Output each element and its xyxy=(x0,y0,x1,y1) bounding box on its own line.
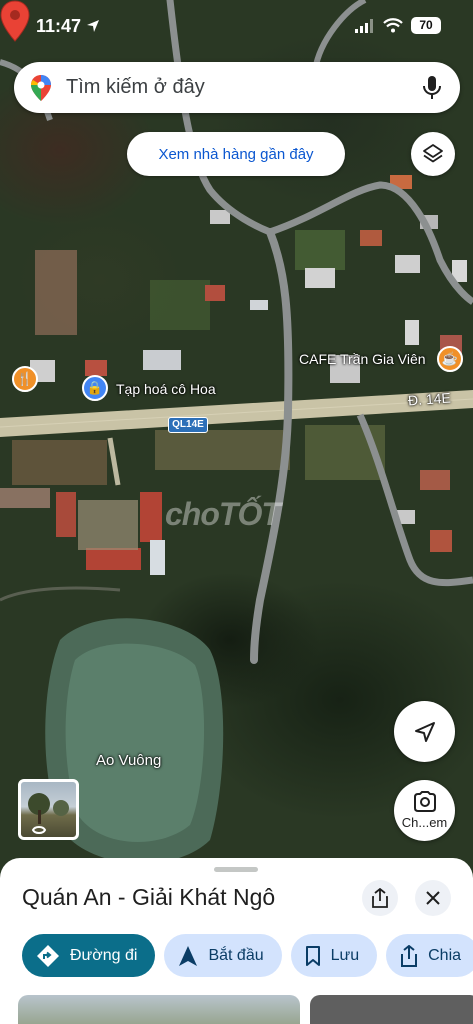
action-row: Đường đi Bắt đầu Lưu Chia xyxy=(22,934,473,977)
battery-indicator: 70 xyxy=(411,17,441,34)
street-view-image xyxy=(28,793,69,834)
time-text: 11:47 xyxy=(36,16,82,36)
maps-logo-icon xyxy=(31,74,51,101)
cafe-label[interactable]: CAFE Trần Gia Viên xyxy=(299,351,426,367)
share-icon xyxy=(372,888,388,908)
navigation-arrow-icon xyxy=(179,945,198,966)
camera-lens-icon xyxy=(413,791,436,812)
share-action-label: Chia xyxy=(428,946,462,964)
search-bar[interactable] xyxy=(14,62,460,113)
directions-icon xyxy=(37,944,59,967)
share-icon xyxy=(401,944,418,967)
street-view-thumbnail[interactable] xyxy=(18,779,79,840)
signal-icon xyxy=(355,18,373,33)
close-icon xyxy=(426,891,440,905)
drag-handle[interactable] xyxy=(214,867,258,872)
pond-label: Ao Vuông xyxy=(96,752,162,769)
location-arrow-icon xyxy=(87,20,100,32)
status-bar: 11:47 70 xyxy=(0,0,473,52)
start-button[interactable]: Bắt đầu xyxy=(164,934,282,977)
road-label: Đ. 14E xyxy=(407,389,452,409)
share-button[interactable] xyxy=(362,880,398,916)
start-label: Bắt đầu xyxy=(208,946,264,964)
restaurant-pin-icon[interactable]: 🍴 xyxy=(12,366,38,392)
place-title: Quán An - Giải Khát Ngô xyxy=(22,884,276,910)
save-button[interactable]: Lưu xyxy=(290,934,378,977)
search-input[interactable] xyxy=(66,76,396,99)
nearby-restaurants-chip[interactable]: Xem nhà hàng gần đây xyxy=(127,132,345,176)
cafe-pin-icon[interactable]: ☕ xyxy=(437,346,463,372)
place-sheet[interactable]: Quán An - Giải Khát Ngô Đường đi Bắt đầu xyxy=(0,858,473,1024)
layers-icon xyxy=(423,144,443,163)
navigation-arrow-icon xyxy=(414,721,435,742)
status-icons: 70 xyxy=(355,17,441,34)
directions-label: Đường đi xyxy=(70,946,138,964)
wifi-icon xyxy=(383,18,403,33)
directions-button[interactable]: Đường đi xyxy=(22,934,156,977)
place-photo-2[interactable] xyxy=(310,995,473,1024)
rotate-360-icon xyxy=(31,826,47,834)
shop-pin-icon[interactable]: 🔒 xyxy=(82,375,108,401)
lens-button[interactable]: Ch...em xyxy=(394,780,455,841)
microphone-icon[interactable] xyxy=(422,75,442,101)
shop-label[interactable]: Tạp hoá cô Hoa xyxy=(116,381,216,397)
road-badge: QL14E xyxy=(168,417,208,433)
bookmark-icon xyxy=(305,945,320,966)
save-label: Lưu xyxy=(330,946,360,964)
lens-label: Ch...em xyxy=(401,815,448,830)
place-photo[interactable] xyxy=(18,995,300,1024)
my-location-button[interactable] xyxy=(394,701,455,762)
layers-button[interactable] xyxy=(411,132,455,176)
chotot-watermark: choTỐT xyxy=(165,496,281,532)
share-action-button[interactable]: Chia xyxy=(386,934,473,977)
close-button[interactable] xyxy=(415,880,451,916)
clock: 11:47 xyxy=(36,16,100,37)
